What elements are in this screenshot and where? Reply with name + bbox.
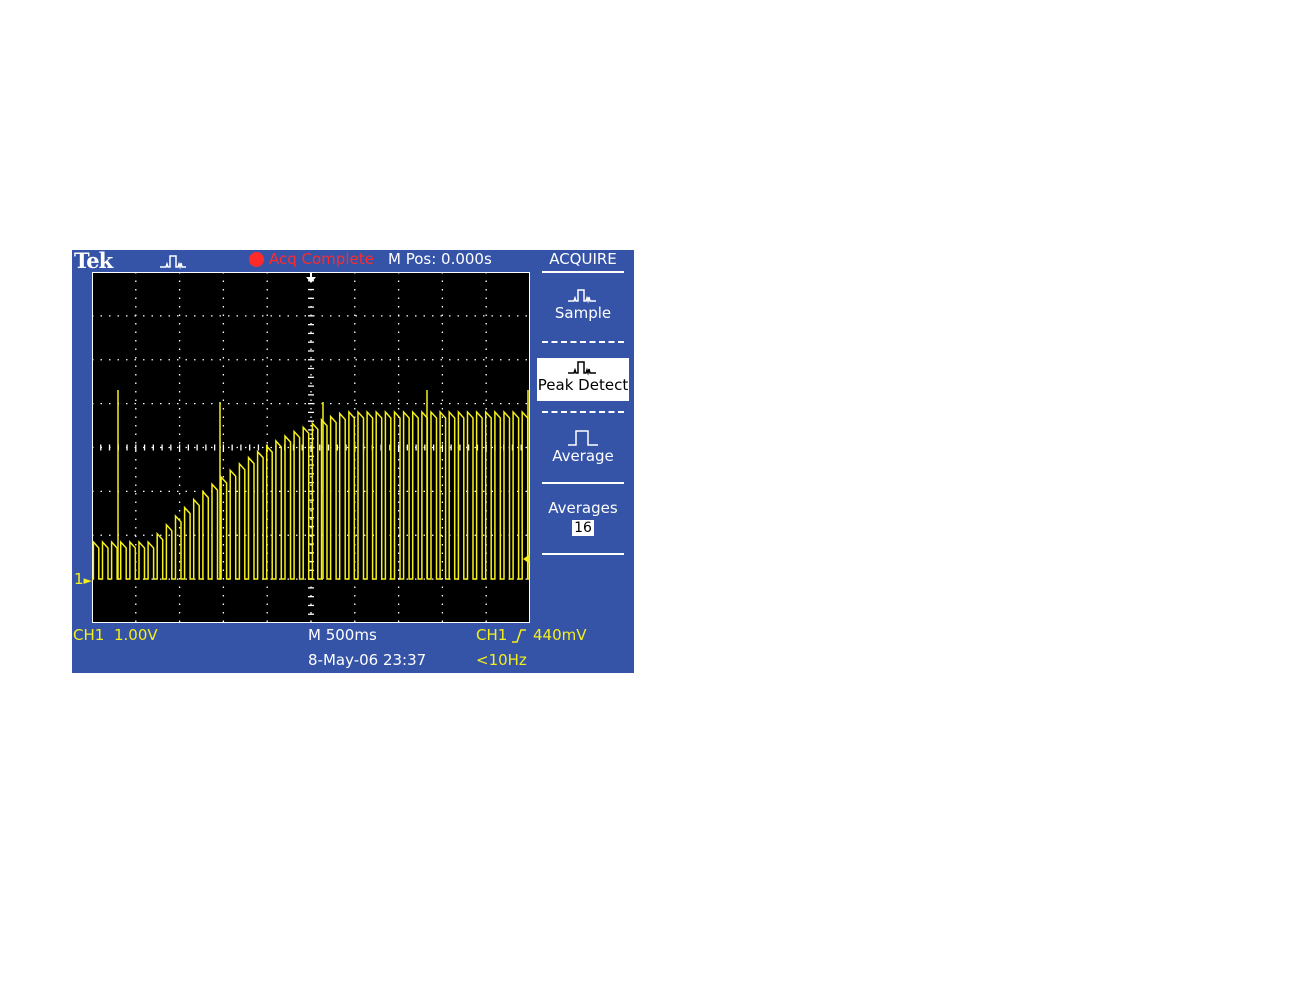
oscilloscope-display: Tek Acq Complete M Pos: 0.000s 1► ACQUIR… <box>72 248 634 673</box>
peak-detect-button[interactable]: Peak Detect <box>537 358 629 401</box>
average-label: Average <box>552 447 614 465</box>
average-waveform-icon <box>568 430 598 446</box>
trigger-frequency: <10Hz <box>476 651 527 669</box>
trigger-level-marker <box>523 554 530 564</box>
menu-title: ACQUIRE <box>549 250 617 268</box>
peak-detect-waveform-icon <box>160 255 186 270</box>
waveform-screen <box>92 272 530 623</box>
averages-label: Averages <box>548 499 618 517</box>
averages-value: 16 <box>572 520 594 536</box>
sample-label: Sample <box>554 304 612 322</box>
brand-logo: Tek <box>74 248 113 273</box>
run-status: Acq Complete <box>269 250 374 268</box>
date-time: 8-May-06 23:37 <box>308 651 427 669</box>
horizontal-position: M Pos: 0.000s <box>388 250 492 268</box>
averages-control[interactable]: Averages 16 <box>537 499 629 543</box>
peak-detect-label: Peak Detect <box>537 376 629 394</box>
acq-status-dot <box>249 252 264 267</box>
sample-waveform-icon <box>568 289 596 304</box>
timebase: M 500ms <box>308 626 377 644</box>
trigger-level: 440mV <box>533 626 587 644</box>
graticule <box>92 272 530 623</box>
peak-detect-waveform-icon <box>568 361 596 376</box>
trigger-source: CH1 <box>476 626 508 644</box>
sample-button[interactable]: Sample <box>537 286 629 330</box>
average-button[interactable]: Average <box>537 427 629 471</box>
ch1-label: CH1 <box>73 626 105 644</box>
ch1-volts-per-div: 1.00V <box>114 626 158 644</box>
ch1-ground-marker: 1► <box>74 570 93 588</box>
rising-edge-icon <box>512 629 526 643</box>
